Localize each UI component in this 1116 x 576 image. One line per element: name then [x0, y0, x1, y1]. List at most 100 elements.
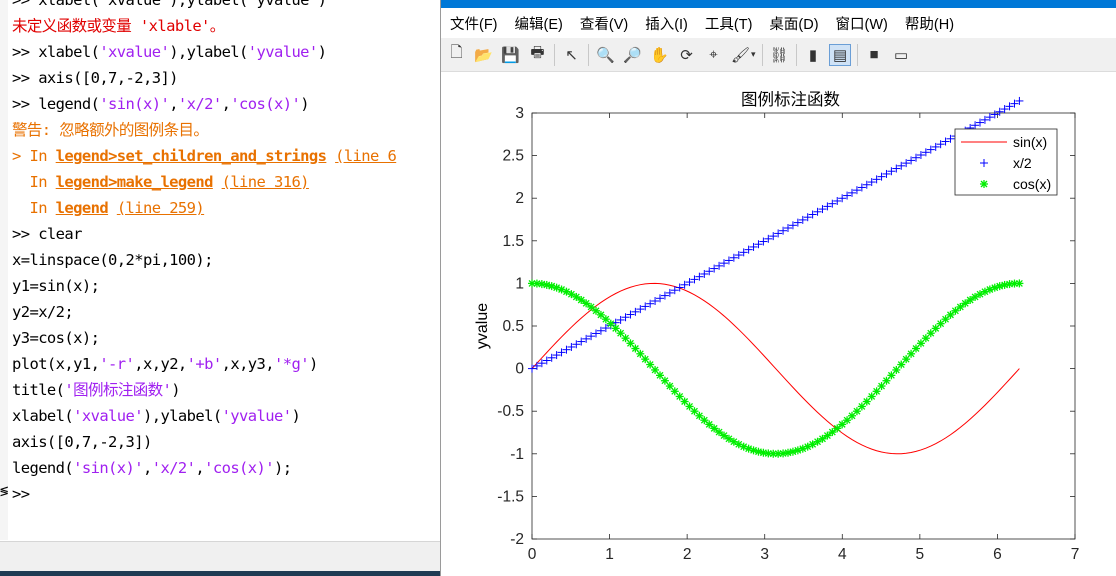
command-text: 'yvalue'	[221, 407, 292, 425]
open-file-icon[interactable]: 📂	[473, 44, 495, 66]
data-point-star	[587, 302, 596, 311]
command-text: 'cos(x)'	[230, 95, 301, 113]
collapse-marker-icon: ≶	[0, 483, 9, 499]
command-line: y3=cos(x);	[12, 325, 396, 351]
y-tick-label: 1.5	[502, 233, 524, 250]
legend-icon[interactable]: ▤	[829, 43, 852, 66]
command-text: ,	[195, 459, 205, 477]
y-tick-label: -0.5	[497, 403, 524, 420]
figure-title-bar[interactable]	[441, 0, 1116, 8]
data-cursor-icon[interactable]: ⌖	[703, 44, 725, 66]
print-icon[interactable]: 🖶	[527, 44, 549, 66]
link-plot-icon[interactable]: ⛓	[768, 44, 790, 66]
menu-item[interactable]: 工具(T)	[696, 13, 761, 34]
command-text: '-r'	[99, 355, 135, 373]
y-tick-label: -2	[510, 531, 524, 548]
command-text: >> legend(	[12, 95, 100, 113]
command-text	[108, 199, 117, 217]
toolbar-separator	[856, 43, 858, 66]
command-text	[326, 147, 335, 165]
command-text: 'yvalue'	[247, 43, 318, 61]
figure-menu-bar: 文件(F) 编辑(E) 查看(V) 插入(I) 工具(T) 桌面(D) 窗口(W) 帮助(H)	[441, 8, 1116, 38]
command-text: ,x,y2,	[134, 355, 187, 373]
menu-item[interactable]: 桌面(D)	[760, 13, 826, 34]
x-tick-label: 6	[993, 546, 1002, 563]
error-stack-link[interactable]: legend>set_children_and_strings	[56, 147, 327, 165]
command-line: >> xlabel('xvalue'),ylabel('yvalue')	[12, 0, 396, 13]
command-text: );	[273, 459, 292, 477]
command-line: In legend (line 259)	[12, 195, 396, 221]
chart-title: 图例标注函数	[741, 90, 841, 109]
error-stack-link[interactable]: (line 259)	[117, 199, 205, 217]
y-tick-label: 2.5	[502, 148, 524, 165]
data-point-star	[828, 428, 837, 437]
command-text: )	[308, 355, 318, 373]
command-text: '+b'	[186, 355, 223, 373]
menu-item[interactable]: 文件(F)	[441, 13, 506, 34]
command-text: >> clear	[12, 225, 82, 243]
rotate-3d-icon[interactable]: ⟳	[676, 44, 698, 66]
command-line: >> legend('sin(x)','x/2','cos(x)')	[12, 91, 396, 117]
menu-item[interactable]: 编辑(E)	[506, 13, 571, 34]
command-line: In legend>make_legend (line 316)	[12, 169, 396, 195]
figure-window: 文件(F) 编辑(E) 查看(V) 插入(I) 工具(T) 桌面(D) 窗口(W) 帮助(H)…	[440, 0, 1116, 576]
data-point-star	[823, 431, 832, 440]
brush-dropdown-icon[interactable]: ▾	[751, 49, 756, 60]
dock-icon[interactable]: ▭	[890, 44, 912, 66]
zoom-out-icon[interactable]: 🔎	[622, 44, 644, 66]
command-text: ),ylabel(	[169, 43, 248, 61]
y-tick-label: -1.5	[497, 488, 524, 505]
data-point-star	[951, 306, 960, 315]
x-tick-label: 7	[1071, 546, 1080, 563]
error-stack-link[interactable]: (line 6	[335, 147, 397, 165]
toolbar-separator	[795, 43, 797, 66]
command-text: 'sin(x)'	[99, 95, 170, 113]
y-tick-label: 2	[515, 190, 524, 207]
error-stack-link[interactable]: legend>make_legend	[56, 173, 214, 191]
command-line: 警告: 忽略额外的图例条目。	[12, 117, 396, 143]
plot-svg[interactable]: 0 1 2 3 4 5 6 7 -2 -1.5 -1 -0.5 0 0.5 1 1.5 2 2.5 3 图例标注函数 y…	[441, 72, 1116, 576]
brush-icon[interactable]: 🖌	[730, 44, 752, 66]
command-text: >> xlabel(	[12, 43, 100, 61]
colorbar-icon[interactable]: ▮	[802, 44, 824, 66]
figure-canvas: 0 1 2 3 4 5 6 7 -2 -1.5 -1 -0.5 0 0.5 1 1.5 2 2.5 3 图例标注函数 y…	[441, 72, 1116, 576]
legend-label: cos(x)	[1013, 176, 1051, 192]
command-text: plot(x,y1,	[12, 355, 100, 373]
command-text: 'sin(x)'	[73, 459, 143, 477]
command-line: title('图例标注函数')	[12, 377, 396, 403]
data-point-star	[705, 420, 714, 429]
data-point-star	[710, 424, 719, 433]
hide-tools-icon[interactable]: ■	[863, 44, 885, 66]
pointer-icon[interactable]: ↖	[561, 44, 583, 66]
error-stack-link[interactable]: (line 316)	[222, 173, 310, 191]
save-icon[interactable]: 💾	[500, 44, 522, 66]
command-text: '*g'	[274, 355, 310, 373]
command-history: >> xlabel('xvalue'),ylabel('yvalue') 未定义函…	[12, 0, 397, 507]
command-text: y3=cos(x);	[12, 329, 100, 347]
command-line: >> clear	[12, 221, 396, 247]
command-text: )	[171, 381, 181, 399]
menu-item[interactable]: 查看(V)	[571, 13, 636, 34]
data-point-star	[956, 302, 965, 311]
command-text: xlabel(	[12, 407, 74, 425]
command-text: title(	[12, 381, 65, 399]
command-window-gutter	[0, 0, 8, 540]
new-figure-icon[interactable]: 🗋	[446, 44, 468, 66]
menu-item[interactable]: 帮助(H)	[896, 13, 962, 34]
menu-item[interactable]: 窗口(W)	[827, 13, 896, 34]
pan-hand-icon[interactable]: ✋	[649, 44, 671, 66]
menu-item[interactable]: 插入(I)	[636, 13, 696, 34]
command-text: In	[12, 173, 56, 191]
error-stack-link[interactable]: legend	[56, 199, 109, 217]
x-tick-label: 0	[528, 546, 537, 563]
x-tick-label: 1	[605, 546, 614, 563]
command-window[interactable]: >> xlabel('xvalue'),ylabel('yvalue') 未定义函…	[0, 0, 440, 576]
y-axis-label: yvalue	[474, 303, 491, 349]
y-tick-label: 3	[515, 105, 524, 122]
command-text: In	[12, 199, 56, 217]
data-point-star	[980, 180, 988, 188]
toolbar-separator	[761, 43, 763, 66]
zoom-in-icon[interactable]: 🔍	[595, 44, 617, 66]
command-text: axis([0,7,-2,3])	[12, 433, 152, 451]
x-tick-label: 3	[760, 546, 769, 563]
